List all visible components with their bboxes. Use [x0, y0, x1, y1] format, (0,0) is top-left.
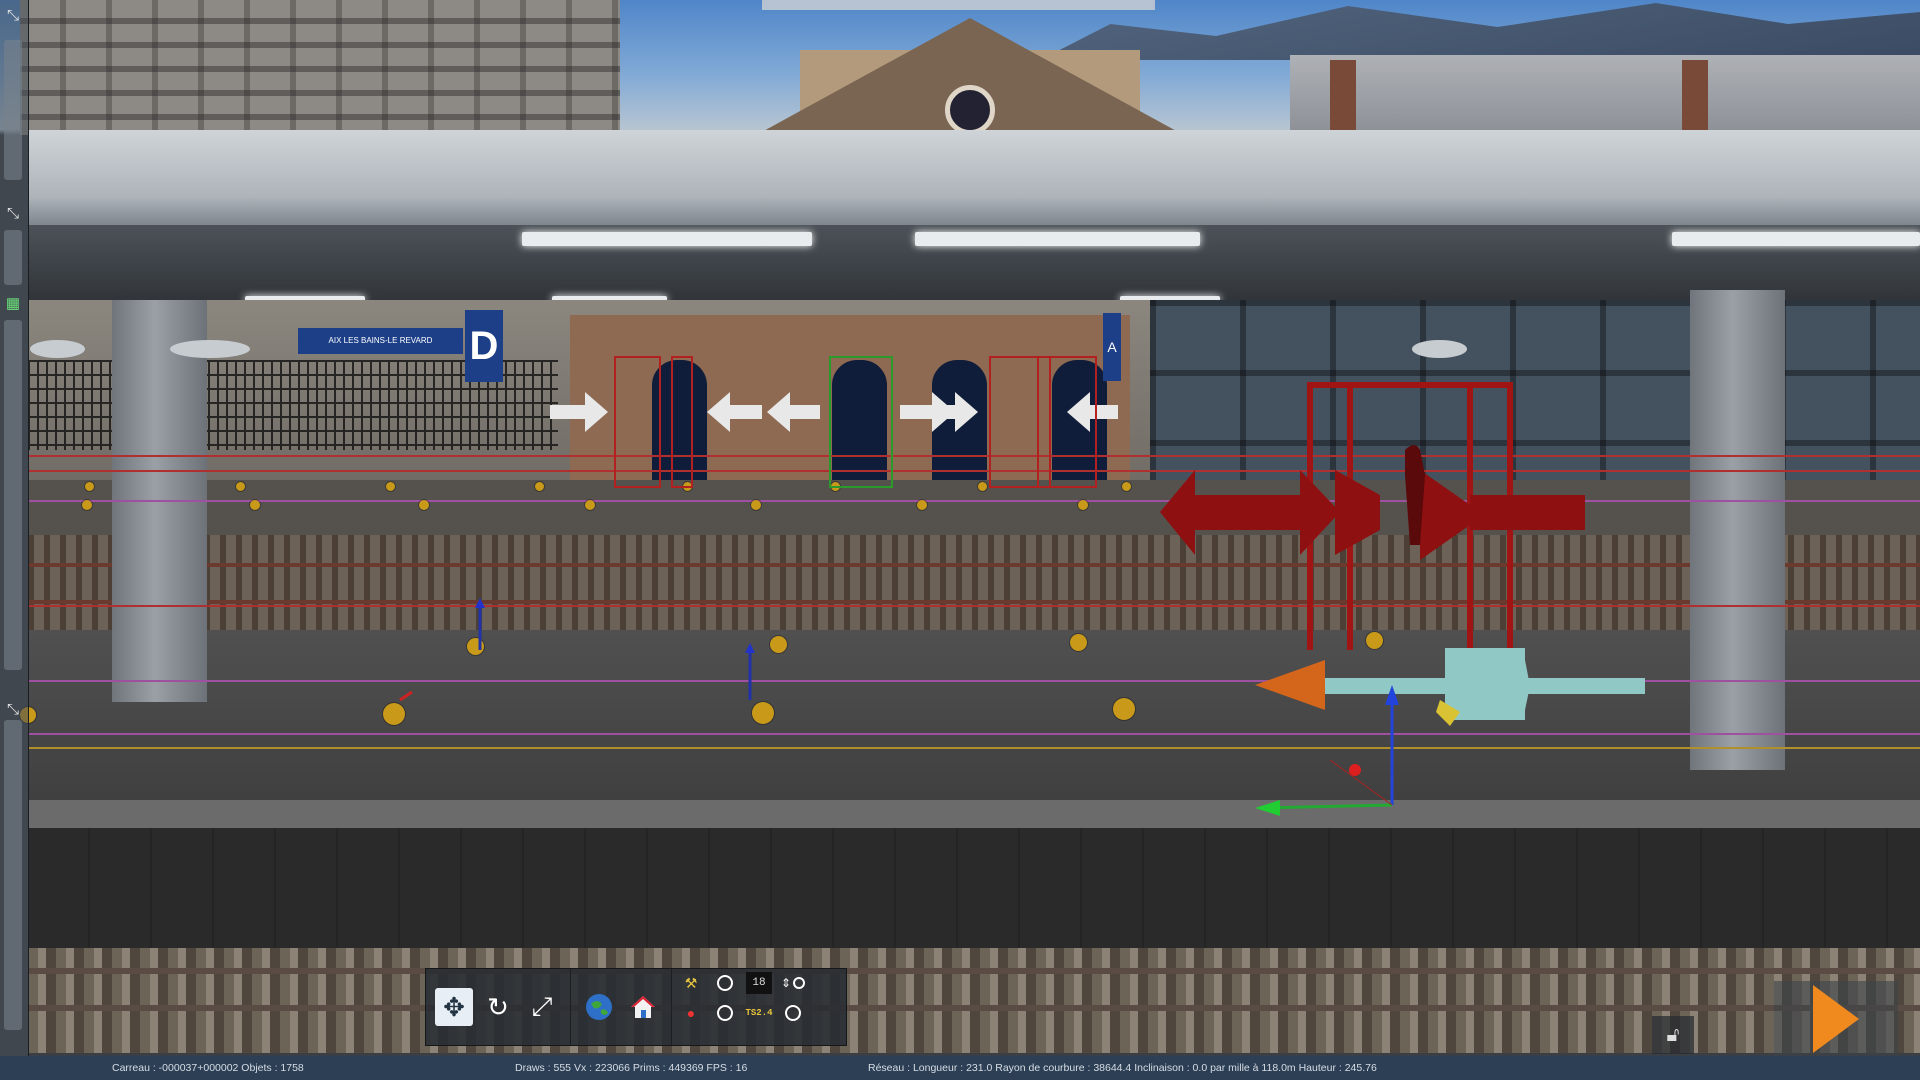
home-icon[interactable] [624, 988, 662, 1026]
play-button[interactable] [1774, 981, 1898, 1056]
3d-viewport[interactable]: AIX LES BAINS-LE REVARD D A [0, 0, 1920, 1080]
gizmo-pivot[interactable] [1349, 764, 1361, 776]
gizmo-arrow-orange[interactable] [1255, 660, 1325, 710]
direction-arrows [550, 392, 1118, 432]
door-frame-green [829, 356, 893, 488]
arrow-right-icon [550, 392, 608, 432]
selected-object-arrows [1160, 470, 1585, 560]
move-arrows-icon[interactable]: ✥ [435, 988, 473, 1026]
collapse-icon[interactable]: ⤡ [0, 696, 26, 722]
left-tool-rail: ⤡ ⤡ ▦ ⤡ [0, 0, 29, 1056]
rail-panel[interactable] [4, 720, 22, 1030]
terrain-tool-icon[interactable]: ⚒ [678, 970, 704, 996]
ts-label[interactable]: TS2.4 [746, 1000, 773, 1026]
arrow-right-icon [945, 392, 978, 432]
network-info: Réseau : Longueur : 231.0 Rayon de courb… [868, 1062, 1377, 1074]
rotate-icon[interactable]: ↻ [479, 988, 517, 1026]
unlock-icon[interactable]: 🔓︎ [1652, 1016, 1694, 1054]
arrow-left-icon [767, 392, 820, 432]
transform-gizmo[interactable] [1255, 648, 1645, 816]
counter-field[interactable]: 18 [746, 970, 772, 996]
gizmo-tip-cyan[interactable] [1525, 660, 1530, 710]
gizmo-arrowhead-green[interactable] [1255, 800, 1280, 816]
gizmo-axis-red[interactable] [1329, 759, 1393, 806]
render-info: Draws : 555 Vx : 223066 Prims : 449369 F… [515, 1062, 748, 1074]
option-buttons: ⚒ 18 ⇕ ● TS2.4 [672, 969, 814, 1045]
blue-marker-tip [475, 598, 485, 608]
transform-tools: ✥ ↻ ⤢ [426, 969, 571, 1045]
door-frames [614, 356, 1097, 488]
rail-panel[interactable] [4, 230, 22, 285]
toggle-circle[interactable] [712, 970, 738, 996]
collapse-icon[interactable]: ⤡ [0, 2, 26, 28]
toggle-circle[interactable] [780, 1000, 806, 1026]
play-icon [1813, 984, 1859, 1053]
toggle-circle[interactable] [712, 1000, 738, 1026]
editor-overlay [399, 356, 1645, 816]
marker-tool-icon[interactable]: ● [678, 1000, 704, 1026]
tile-info: Carreau : -000037+000002 Objets : 1758 [112, 1062, 304, 1074]
grid-panel-icon[interactable]: ▦ [0, 290, 26, 316]
globe-icon[interactable] [580, 988, 618, 1026]
gizmo-body-cyan[interactable] [1445, 648, 1525, 720]
editor-toolbar: ✥ ↻ ⤢ ⚒ 18 ⇕ ● TS2.4 [425, 968, 847, 1046]
height-tool-icon[interactable]: ⇕ [780, 970, 806, 996]
status-bar: Carreau : -000037+000002 Objets : 1758 D… [0, 1056, 1920, 1080]
scale-icon[interactable]: ⤢ [523, 988, 561, 1026]
blue-marker-tip [745, 643, 755, 653]
top-panel-handle[interactable] [762, 0, 1155, 10]
rail-panel[interactable] [4, 320, 22, 670]
arrow-left-icon [707, 392, 762, 432]
red-marker-stub [399, 690, 413, 702]
arrow-left-icon [1067, 392, 1118, 432]
rail-panel[interactable] [4, 40, 22, 180]
collapse-icon[interactable]: ⤡ [0, 200, 26, 226]
view-tools [571, 969, 672, 1045]
